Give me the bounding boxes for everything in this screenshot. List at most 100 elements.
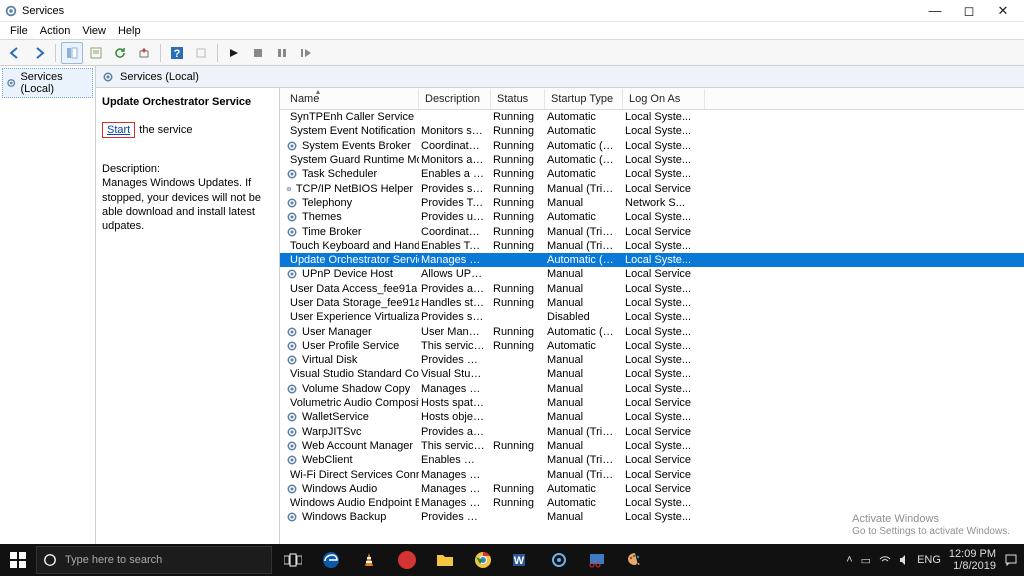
tray-battery-icon[interactable]: ▭ (861, 554, 871, 567)
table-row[interactable]: Time BrokerCoordinates...RunningManual (… (280, 224, 1024, 238)
menu-view[interactable]: View (76, 23, 112, 39)
properties-button[interactable] (85, 42, 107, 64)
table-row[interactable]: Web Account ManagerThis service ...Runni… (280, 439, 1024, 453)
cell-name: Web Account Manager (284, 440, 419, 452)
wifi-icon[interactable] (879, 555, 891, 565)
cell-logon: Network S... (623, 197, 705, 209)
table-row[interactable]: UPnP Device HostAllows UPn...ManualLocal… (280, 267, 1024, 281)
cell-description: Monitors an... (419, 154, 491, 166)
col-status[interactable]: Status (491, 89, 545, 109)
menu-action[interactable]: Action (34, 23, 77, 39)
table-row[interactable]: User Profile ServiceThis service ...Runn… (280, 339, 1024, 353)
table-row[interactable]: Task SchedulerEnables a us...RunningAuto… (280, 167, 1024, 181)
table-row[interactable]: User ManagerUser Manag...RunningAutomati… (280, 324, 1024, 338)
service-rows[interactable]: SynTPEnh Caller ServiceRunningAutomaticL… (280, 110, 1024, 544)
table-row[interactable]: Windows AudioManages au...RunningAutomat… (280, 482, 1024, 496)
taskbar-app-services[interactable] (540, 544, 578, 576)
pause-service-button[interactable] (271, 42, 293, 64)
menu-help[interactable]: Help (112, 23, 147, 39)
cell-description: Manages au... (419, 483, 491, 495)
table-row[interactable]: TelephonyProvides Tel...RunningManualNet… (280, 196, 1024, 210)
export-button[interactable] (133, 42, 155, 64)
taskbar-app-paint[interactable] (616, 544, 654, 576)
table-row[interactable]: Virtual DiskProvides m...ManualLocal Sys… (280, 353, 1024, 367)
table-row[interactable]: User Data Access_fee91aProvides ap...Run… (280, 282, 1024, 296)
table-row[interactable]: User Experience Virtualizatio...Provides… (280, 310, 1024, 324)
show-hide-tree-button[interactable] (61, 42, 83, 64)
cell-name: Touch Keyboard and Hand... (284, 240, 419, 252)
cell-startup: Manual (Trig... (545, 426, 623, 438)
col-startup[interactable]: Startup Type (545, 89, 623, 109)
table-row[interactable]: System Guard Runtime Mo...Monitors an...… (280, 153, 1024, 167)
cell-logon: Local Syste... (623, 240, 705, 252)
table-row[interactable]: System Events BrokerCoordinates...Runnin… (280, 139, 1024, 153)
taskbar-app-vlc[interactable] (350, 544, 388, 576)
table-row[interactable]: Update Orchestrator ServiceManages W...A… (280, 253, 1024, 267)
cell-name: Volumetric Audio Composit... (284, 397, 419, 409)
table-row[interactable]: Touch Keyboard and Hand...Enables Tou...… (280, 239, 1024, 253)
taskbar-app-snip[interactable] (578, 544, 616, 576)
start-button[interactable] (0, 544, 36, 576)
taskbar-app-word[interactable]: W (502, 544, 540, 576)
tray-date: 1/8/2019 (949, 560, 996, 572)
cell-description: User Manag... (419, 326, 491, 338)
cell-description: Handles sto... (419, 297, 491, 309)
main-area: Services (Local) Services (Local) Update… (0, 66, 1024, 544)
cell-logon: Local Syste... (623, 297, 705, 309)
start-service-button[interactable] (223, 42, 245, 64)
stop-service-button[interactable] (247, 42, 269, 64)
maximize-button[interactable]: ◻ (952, 0, 986, 22)
tray-chevron-up-icon[interactable]: ˄ (846, 554, 852, 566)
table-row[interactable]: SynTPEnh Caller ServiceRunningAutomaticL… (280, 110, 1024, 124)
minimize-button[interactable]: — (918, 0, 952, 22)
close-button[interactable]: ✕ (986, 0, 1020, 22)
taskbar-app-opera[interactable] (388, 544, 426, 576)
menu-file[interactable]: File (4, 23, 34, 39)
table-row[interactable]: Windows BackupProvides Wi...ManualLocal … (280, 510, 1024, 524)
volume-icon[interactable] (899, 554, 909, 566)
cell-logon: Local Syste... (623, 411, 705, 423)
tray-lang[interactable]: ENG (917, 554, 941, 566)
cell-name: User Manager (284, 326, 419, 338)
table-row[interactable]: WebClientEnables Win...Manual (Trig...Lo… (280, 453, 1024, 467)
table-row[interactable]: Windows Audio Endpoint B...Manages au...… (280, 496, 1024, 510)
table-row[interactable]: ThemesProvides us...RunningAutomaticLoca… (280, 210, 1024, 224)
table-row[interactable]: WarpJITSvcProvides a JI...Manual (Trig..… (280, 425, 1024, 439)
table-row[interactable]: WalletServiceHosts objec...ManualLocal S… (280, 410, 1024, 424)
back-button[interactable] (4, 42, 26, 64)
col-name[interactable]: Name (284, 89, 419, 109)
restart-service-button[interactable] (295, 42, 317, 64)
table-row[interactable]: TCP/IP NetBIOS HelperProvides su...Runni… (280, 181, 1024, 195)
cell-name: Update Orchestrator Service (284, 254, 419, 266)
col-description[interactable]: Description (419, 89, 491, 109)
taskbar-app-files[interactable] (426, 544, 464, 576)
task-view-button[interactable] (274, 544, 312, 576)
cell-startup: Manual (545, 368, 623, 380)
taskbar-app-chrome[interactable] (464, 544, 502, 576)
refresh-button[interactable] (109, 42, 131, 64)
forward-button[interactable] (28, 42, 50, 64)
cell-status: Running (491, 183, 545, 195)
cell-description: Provides us... (419, 211, 491, 223)
cell-startup: Manual (Trig... (545, 240, 623, 252)
start-service-link[interactable]: Start (102, 122, 135, 138)
cell-description: Provides su... (419, 183, 491, 195)
table-row[interactable]: Volume Shadow CopyManages an...ManualLoc… (280, 382, 1024, 396)
table-row[interactable]: User Data Storage_fee91aHandles sto...Ru… (280, 296, 1024, 310)
nav-services-local[interactable]: Services (Local) (2, 68, 93, 98)
tray-clock[interactable]: 12:09 PM 1/8/2019 (949, 548, 996, 572)
taskbar-app-edge[interactable] (312, 544, 350, 576)
table-row[interactable]: Wi-Fi Direct Services Conne...Manages co… (280, 467, 1024, 481)
cell-status: Running (491, 140, 545, 152)
table-row[interactable]: Visual Studio Standard Coll...Visual Stu… (280, 367, 1024, 381)
table-row[interactable]: System Event Notification S...Monitors s… (280, 124, 1024, 138)
help-button[interactable]: ? (166, 42, 188, 64)
cell-description: Manages an... (419, 383, 491, 395)
cell-startup: Manual (545, 440, 623, 452)
notifications-icon[interactable] (1004, 553, 1018, 567)
taskbar-search[interactable]: Type here to search (36, 546, 272, 574)
cell-startup: Automatic (T... (545, 140, 623, 152)
services-icon (550, 551, 568, 569)
table-row[interactable]: Volumetric Audio Composit...Hosts spatia… (280, 396, 1024, 410)
col-logon[interactable]: Log On As (623, 89, 705, 109)
